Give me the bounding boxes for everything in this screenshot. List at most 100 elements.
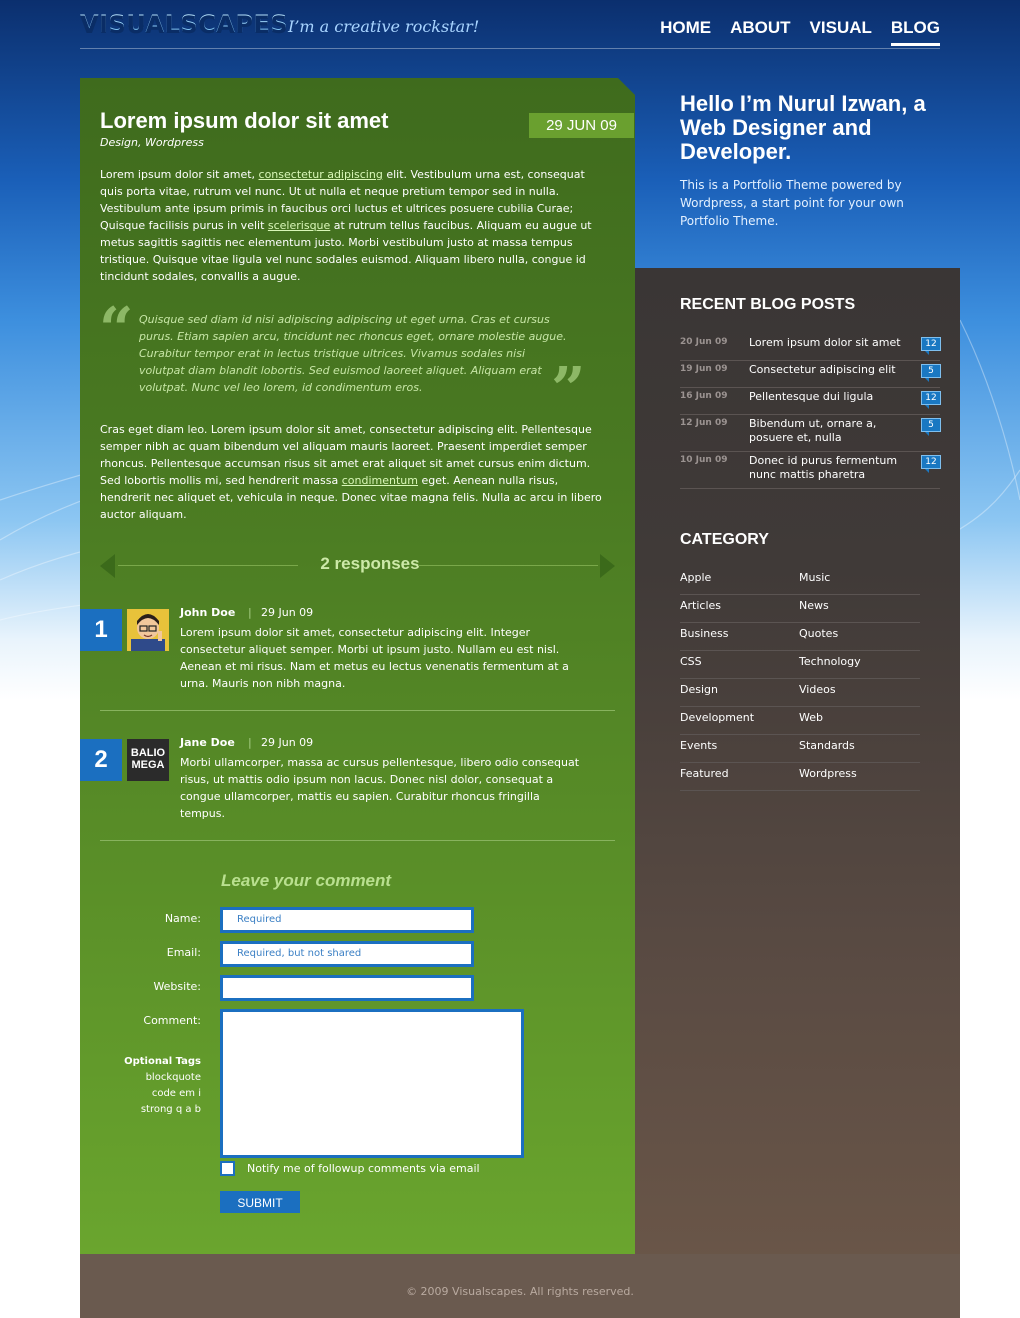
comment-count-badge: 12 [921, 337, 941, 355]
header-divider [80, 48, 940, 49]
comment-form-title: Leave your comment [221, 871, 392, 890]
responses-count: 2 responses [320, 554, 420, 573]
category-link[interactable]: Articles [680, 596, 799, 623]
category-heading: CATEGORY [680, 531, 769, 548]
recent-post-item[interactable]: 19 Jun 09 Consectetur adipiscing elit 5 [680, 361, 941, 388]
comment-text: Lorem ipsum dolor sit amet, consectetur … [180, 626, 569, 690]
category-link[interactable]: News [799, 596, 920, 623]
recent-post-title[interactable]: Bibendum ut, ornare a, posuere et, nulla [749, 417, 914, 445]
recent-post-item[interactable]: 10 Jun 09 Donec id purus fermentum nunc … [680, 452, 941, 489]
comment-divider [100, 840, 615, 841]
footer-copyright: © 2009 Visualscapes. All rights reserved… [406, 1285, 634, 1298]
post-title: Lorem ipsum dolor sit amet [100, 108, 389, 133]
category-link[interactable]: Videos [799, 680, 920, 707]
quote-close-icon: ” [551, 355, 586, 425]
comment-count-badge: 12 [921, 391, 941, 409]
category-list: Apple Music Articles News Business Quote… [680, 568, 920, 792]
recent-post-date: 12 Jun 09 [680, 418, 728, 428]
site-logo[interactable]: VISUALSCAPES [80, 10, 288, 38]
blockquote: Quisque sed diam id nisi adipiscing adip… [139, 313, 567, 394]
post-date-badge: 29 JUN 09 [529, 113, 634, 138]
post-categories[interactable]: Design, Wordpress [100, 136, 204, 149]
recent-post-item[interactable]: 12 Jun 09 Bibendum ut, ornare a, posuere… [680, 415, 941, 452]
category-link[interactable]: Apple [680, 568, 799, 595]
inline-link[interactable]: consectetur adipiscing [259, 168, 383, 181]
category-link[interactable]: Featured [680, 764, 799, 791]
recent-post-item[interactable]: 20 Jun 09 Lorem ipsum dolor sit amet 12 [680, 334, 941, 361]
main-nav: HOME ABOUT VISUAL BLOG [641, 18, 940, 46]
email-field[interactable] [220, 941, 474, 967]
arrow-left-icon [100, 554, 115, 578]
comment-count-badge: 12 [921, 455, 941, 473]
category-link[interactable]: CSS [680, 652, 799, 679]
notify-checkbox[interactable] [220, 1161, 235, 1176]
recent-post-title[interactable]: Donec id purus fermentum nunc mattis pha… [749, 454, 914, 482]
comment-author[interactable]: Jane Doe [180, 736, 235, 749]
category-link[interactable]: Standards [799, 736, 920, 763]
avatar-label: BALIO [130, 747, 166, 759]
avatar: BALIO MEGA [127, 739, 169, 781]
responses-line-right [418, 565, 598, 566]
post-paragraph-2: Cras eget diam leo. Lorem ipsum dolor si… [100, 421, 610, 523]
recent-post-date: 19 Jun 09 [680, 364, 728, 374]
site-tagline: I’m a creative rockstar! [288, 17, 480, 36]
inline-link[interactable]: scelerisque [268, 219, 330, 232]
category-link[interactable]: Music [799, 568, 920, 595]
website-field[interactable] [220, 975, 474, 1001]
nav-blog[interactable]: BLOG [890, 18, 940, 46]
category-link[interactable]: Web [799, 708, 920, 735]
nav-about[interactable]: ABOUT [730, 18, 790, 46]
quote-open-icon: “ [99, 295, 134, 365]
category-link[interactable]: Business [680, 624, 799, 651]
recent-post-title[interactable]: Consectetur adipiscing elit [749, 363, 914, 377]
name-field[interactable] [220, 907, 474, 933]
comment-number: 1 [80, 609, 122, 651]
comment-divider [100, 710, 615, 711]
comment-number: 2 [80, 739, 122, 781]
optional-tags-title: Optional Tags [124, 1056, 201, 1067]
recent-post-item[interactable]: 16 Jun 09 Pellentesque dui ligula 12 [680, 388, 941, 415]
notify-label: Notify me of followup comments via email [247, 1162, 480, 1175]
responses-line-left [118, 565, 298, 566]
comment-count-badge: 5 [921, 418, 941, 436]
comment-text: Morbi ullamcorper, massa ac cursus pelle… [180, 756, 580, 820]
recent-post-date: 10 Jun 09 [680, 455, 728, 465]
recent-post-title[interactable]: Pellentesque dui ligula [749, 390, 914, 404]
category-link[interactable]: Development [680, 708, 799, 735]
comment-textarea[interactable] [220, 1009, 524, 1158]
intro-text: This is a Portfolio Theme powered by Wor… [680, 178, 904, 228]
email-label: Email: [166, 946, 201, 959]
post-paragraph-1: Lorem ipsum dolor sit amet, consectetur … [100, 166, 610, 285]
website-label: Website: [153, 980, 201, 993]
optional-tags: Optional Tags blockquote code em i stron… [81, 1054, 201, 1118]
category-link[interactable]: Technology [799, 652, 920, 679]
recent-posts-heading: RECENT BLOG POSTS [680, 296, 856, 313]
category-link[interactable]: Design [680, 680, 799, 707]
category-link[interactable]: Wordpress [799, 764, 920, 791]
nav-home[interactable]: HOME [660, 18, 711, 46]
category-link[interactable]: Events [680, 736, 799, 763]
name-label: Name: [164, 912, 201, 925]
comment-date: 29 Jun 09 [261, 606, 314, 619]
submit-button[interactable]: SUBMIT [220, 1191, 300, 1213]
comment-count-badge: 5 [921, 364, 941, 382]
comment-label: Comment: [143, 1014, 201, 1027]
comment-meta-separator: | [248, 736, 252, 749]
optional-tags-line: strong q a b [140, 1104, 201, 1115]
avatar-label: MEGA [131, 759, 165, 771]
recent-post-date: 20 Jun 09 [680, 337, 728, 347]
recent-posts-list: 20 Jun 09 Lorem ipsum dolor sit amet 12 … [680, 334, 941, 489]
recent-post-title[interactable]: Lorem ipsum dolor sit amet [749, 336, 914, 350]
comment-date: 29 Jun 09 [261, 736, 314, 749]
optional-tags-line: blockquote [145, 1072, 201, 1083]
category-link[interactable]: Quotes [799, 624, 920, 651]
avatar [127, 609, 169, 651]
text-run: Lorem ipsum dolor sit amet, [100, 168, 259, 181]
intro-heading: Hello I’m Nurul Izwan, a Web Designer an… [680, 91, 926, 164]
recent-post-date: 16 Jun 09 [680, 391, 728, 401]
inline-link[interactable]: condimentum [342, 474, 418, 487]
comment-meta-separator: | [248, 606, 252, 619]
nav-visual[interactable]: VISUAL [810, 18, 872, 46]
arrow-right-icon [600, 554, 615, 578]
comment-author[interactable]: John Doe [180, 606, 235, 619]
